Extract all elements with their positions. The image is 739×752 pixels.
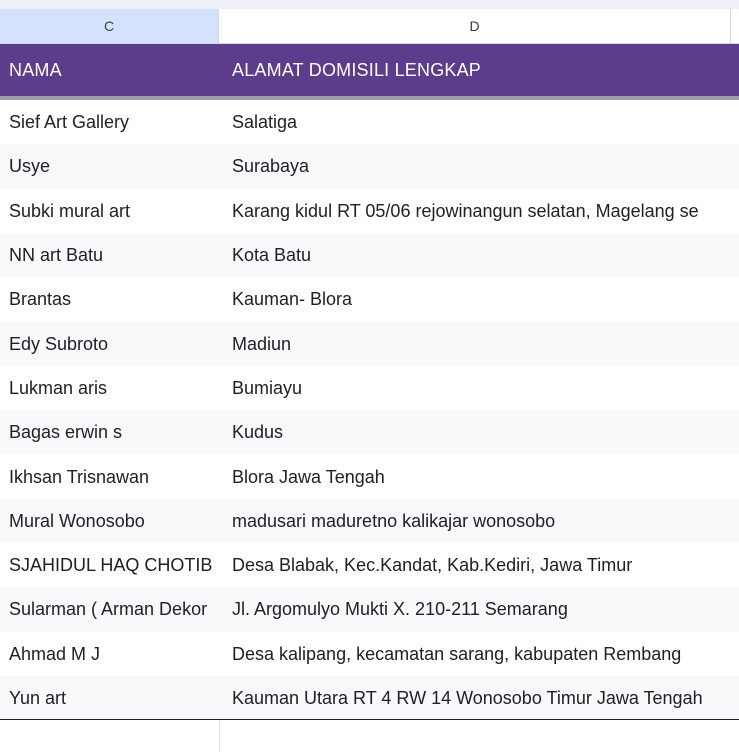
toolbar-edge (0, 0, 739, 9)
cell-alamat[interactable]: Kudus (232, 410, 739, 454)
table-header-row: NAMA ALAMAT DOMISILI LENGKAP (0, 44, 739, 96)
cell-alamat[interactable]: Kota Batu (232, 233, 739, 277)
cell-alamat[interactable]: Jl. Argomulyo Mukti X. 210-211 Semarang (232, 587, 739, 631)
cell-nama[interactable]: Bagas erwin s (9, 410, 219, 454)
column-header-bar: C D (0, 9, 739, 44)
column-header-d[interactable]: D (219, 9, 731, 43)
table-row: Sief Art Gallery Salatiga (0, 100, 739, 145)
cell-nama[interactable]: Brantas (9, 277, 219, 321)
table-row: SJAHIDUL HAQ CHOTIB Desa Blabak, Kec.Kan… (0, 542, 739, 588)
table-row: Mural Wonosobo madusari maduretno kalika… (0, 498, 739, 543)
table-row: Bagas erwin s Kudus (0, 410, 739, 455)
cell-nama[interactable]: Sief Art Gallery (9, 100, 219, 144)
cell-nama[interactable]: Ahmad M J (9, 632, 219, 676)
cell-nama[interactable]: SJAHIDUL HAQ CHOTIB (9, 543, 219, 587)
cell-alamat[interactable]: Madiun (232, 322, 739, 366)
cell-nama[interactable]: Yun art (9, 676, 219, 720)
cell-alamat[interactable]: Blora Jawa Tengah (232, 455, 739, 499)
table-body: Sief Art Gallery Salatiga Usye Surabaya … (0, 100, 739, 721)
cell-nama[interactable]: Mural Wonosobo (9, 499, 219, 543)
cell-alamat[interactable]: madusari maduretno kalikajar wonosobo (232, 499, 739, 543)
header-cell-alamat[interactable]: ALAMAT DOMISILI LENGKAP (232, 60, 739, 81)
cell-alamat[interactable]: Karang kidul RT 05/06 rejowinangun selat… (232, 189, 739, 233)
table-row: NN art Batu Kota Batu (0, 232, 739, 278)
table-row: Usye Surabaya (0, 144, 739, 189)
table-row: Ahmad M J Desa kalipang, kecamatan saran… (0, 631, 739, 676)
header-cell-nama[interactable]: NAMA (9, 60, 219, 81)
cell-nama[interactable]: Edy Subroto (9, 322, 219, 366)
column-header-c[interactable]: C (0, 9, 219, 43)
cell-nama[interactable]: Lukman aris (9, 366, 219, 410)
cell-alamat[interactable]: Bumiayu (232, 366, 739, 410)
cell-nama[interactable]: Sularman ( Arman Dekor (9, 587, 219, 631)
table-row: Sularman ( Arman Dekor Jl. Argomulyo Muk… (0, 587, 739, 632)
empty-row[interactable] (0, 720, 739, 752)
column-divider (219, 720, 220, 752)
column-header-e-partial[interactable] (731, 9, 739, 43)
table-row: Subki mural art Karang kidul RT 05/06 re… (0, 188, 739, 233)
table-row: Lukman aris Bumiayu (0, 365, 739, 411)
spreadsheet-view: C D NAMA ALAMAT DOMISILI LENGKAP Sief Ar… (0, 0, 739, 752)
cell-alamat[interactable]: Kauman- Blora (232, 277, 739, 321)
cell-nama[interactable]: Subki mural art (9, 189, 219, 233)
cell-alamat[interactable]: Desa kalipang, kecamatan sarang, kabupat… (232, 632, 739, 676)
cell-nama[interactable]: NN art Batu (9, 233, 219, 277)
cell-alamat[interactable]: Surabaya (232, 144, 739, 188)
table-row: Edy Subroto Madiun (0, 321, 739, 366)
table-row: Ikhsan Trisnawan Blora Jawa Tengah (0, 454, 739, 499)
table-row: Brantas Kauman- Blora (0, 277, 739, 322)
cell-alamat[interactable]: Desa Blabak, Kec.Kandat, Kab.Kediri, Jaw… (232, 543, 739, 587)
cell-nama[interactable]: Ikhsan Trisnawan (9, 455, 219, 499)
cell-alamat[interactable]: Salatiga (232, 100, 739, 144)
table-row: Yun art Kauman Utara RT 4 RW 14 Wonosobo… (0, 675, 739, 721)
cell-nama[interactable]: Usye (9, 144, 219, 188)
cell-alamat[interactable]: Kauman Utara RT 4 RW 14 Wonosobo Timur J… (232, 676, 739, 720)
